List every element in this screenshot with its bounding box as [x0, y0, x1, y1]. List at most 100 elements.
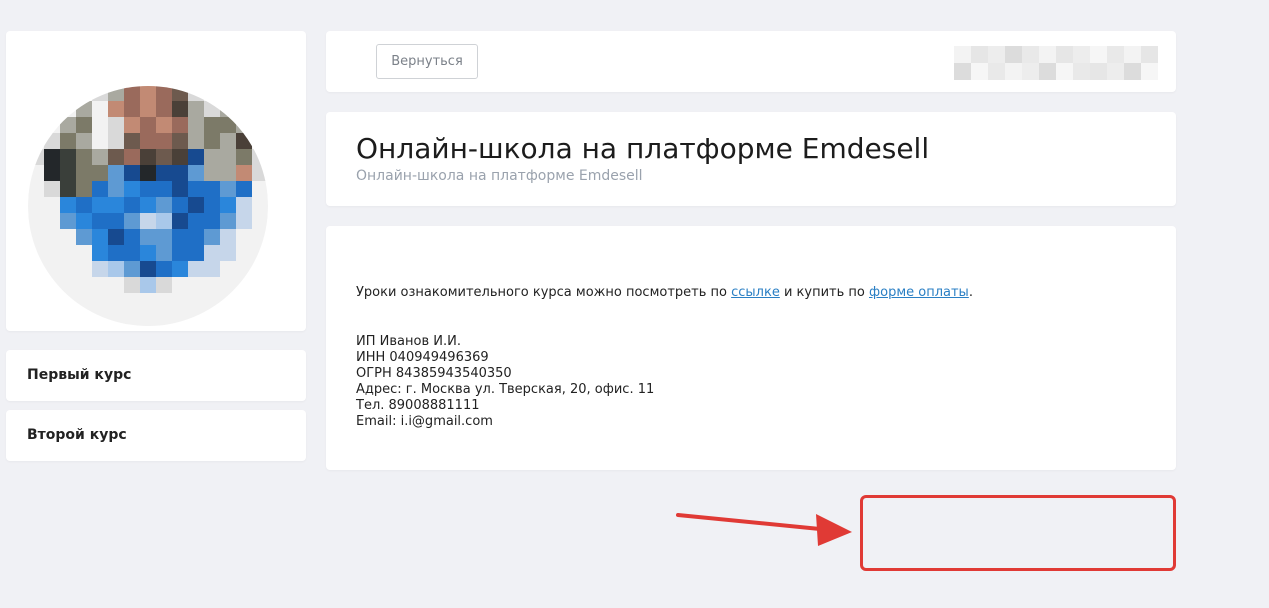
avatar-pixel [124, 101, 140, 117]
sidebar-item-first-course[interactable]: Первый курс [6, 350, 306, 401]
avatar-pixel [76, 325, 92, 326]
avatar-pixel [92, 197, 108, 213]
avatar-pixel [156, 277, 172, 293]
avatar-pixel [236, 181, 252, 197]
preview-link[interactable]: ссылке [731, 285, 780, 300]
avatar-pixel [204, 101, 220, 117]
avatar-pixel [124, 197, 140, 213]
avatar-image [28, 69, 268, 326]
avatar-pixel [92, 69, 108, 85]
avatar-pixel [252, 229, 268, 245]
avatar-pixel [140, 117, 156, 133]
avatar-pixel [236, 261, 252, 277]
avatar-pixel [44, 86, 60, 101]
avatar-pixel [28, 325, 44, 326]
avatar-pixel [60, 149, 76, 165]
blur-pixel [1056, 63, 1073, 80]
avatar-pixel [172, 245, 188, 261]
blur-pixel [1090, 63, 1107, 80]
avatar-pixel [156, 325, 172, 326]
avatar-pixel [236, 86, 252, 101]
avatar-pixel [220, 229, 236, 245]
avatar-pixel [204, 69, 220, 85]
blur-pixel [971, 63, 988, 80]
avatar-pixel [220, 101, 236, 117]
avatar-pixel [76, 309, 92, 325]
avatar-pixel [44, 293, 60, 309]
avatar-pixel [172, 101, 188, 117]
avatar-pixel [92, 325, 108, 326]
avatar-pixel [92, 309, 108, 325]
avatar-pixel [44, 165, 60, 181]
avatar-pixel [140, 229, 156, 245]
avatar-pixel [124, 309, 140, 325]
avatar-pixel [28, 149, 44, 165]
avatar-pixel [76, 149, 92, 165]
avatar-pixel [172, 149, 188, 165]
avatar-pixel [204, 213, 220, 229]
avatar-pixel [60, 117, 76, 133]
avatar-pixel [172, 293, 188, 309]
avatar-pixel [204, 229, 220, 245]
avatar-pixel [252, 245, 268, 261]
avatar-pixel [92, 293, 108, 309]
avatar-pixel [172, 181, 188, 197]
avatar-pixel [220, 165, 236, 181]
avatar-pixel [44, 117, 60, 133]
avatar-pixel [236, 117, 252, 133]
avatar-pixel [60, 213, 76, 229]
avatar-pixel [28, 197, 44, 213]
avatar-pixel [140, 261, 156, 277]
avatar-pixel [140, 197, 156, 213]
avatar-pixel [220, 293, 236, 309]
avatar-pixel [236, 149, 252, 165]
avatar-pixel [108, 309, 124, 325]
avatar-pixel [252, 197, 268, 213]
intro-text: . [968, 285, 973, 300]
avatar-pixel [220, 277, 236, 293]
avatar-pixel [220, 149, 236, 165]
school-header-card: Онлайн-школа на платформе Emdesell Онлай… [326, 112, 1176, 206]
avatar-pixel [44, 181, 60, 197]
avatar-pixel [60, 309, 76, 325]
avatar-pixel [76, 261, 92, 277]
profile-card [6, 31, 306, 331]
avatar-pixel [172, 133, 188, 149]
avatar-pixel [172, 69, 188, 85]
school-description-card: Уроки ознакомительного курса можно посмо… [326, 226, 1176, 470]
avatar-pixel [28, 86, 44, 101]
avatar-pixel [252, 86, 268, 101]
avatar-pixel [108, 277, 124, 293]
avatar-pixel [28, 293, 44, 309]
avatar-pixel [252, 181, 268, 197]
avatar-pixel [28, 165, 44, 181]
avatar-pixel [172, 213, 188, 229]
blur-pixel [1090, 46, 1107, 63]
avatar-pixel [220, 213, 236, 229]
blur-pixel [1073, 46, 1090, 63]
avatar-pixel [156, 197, 172, 213]
avatar-pixel [76, 213, 92, 229]
avatar-pixel [204, 309, 220, 325]
back-button[interactable]: Вернуться [376, 44, 478, 79]
avatar-pixel [204, 117, 220, 133]
page-subtitle: Онлайн-школа на платформе Emdesell [356, 168, 643, 184]
avatar-pixel [108, 69, 124, 85]
avatar-pixel [220, 197, 236, 213]
avatar-pixel [140, 69, 156, 85]
avatar-pixel [76, 101, 92, 117]
avatar-pixel [236, 197, 252, 213]
avatar-pixel [60, 245, 76, 261]
avatar-pixel [252, 69, 268, 85]
sidebar-item-second-course[interactable]: Второй курс [6, 410, 306, 461]
avatar-pixel [236, 309, 252, 325]
avatar-pixel [108, 325, 124, 326]
avatar-pixel [124, 245, 140, 261]
avatar-pixel [108, 245, 124, 261]
contact-line: Email: i.i@gmail.com [356, 414, 493, 429]
payment-form-link[interactable]: форме оплаты [869, 285, 969, 300]
avatar-pixel [140, 293, 156, 309]
contact-line: ОГРН 84385943540350 [356, 366, 512, 381]
avatar-pixel [188, 101, 204, 117]
blur-pixel [1022, 63, 1039, 80]
